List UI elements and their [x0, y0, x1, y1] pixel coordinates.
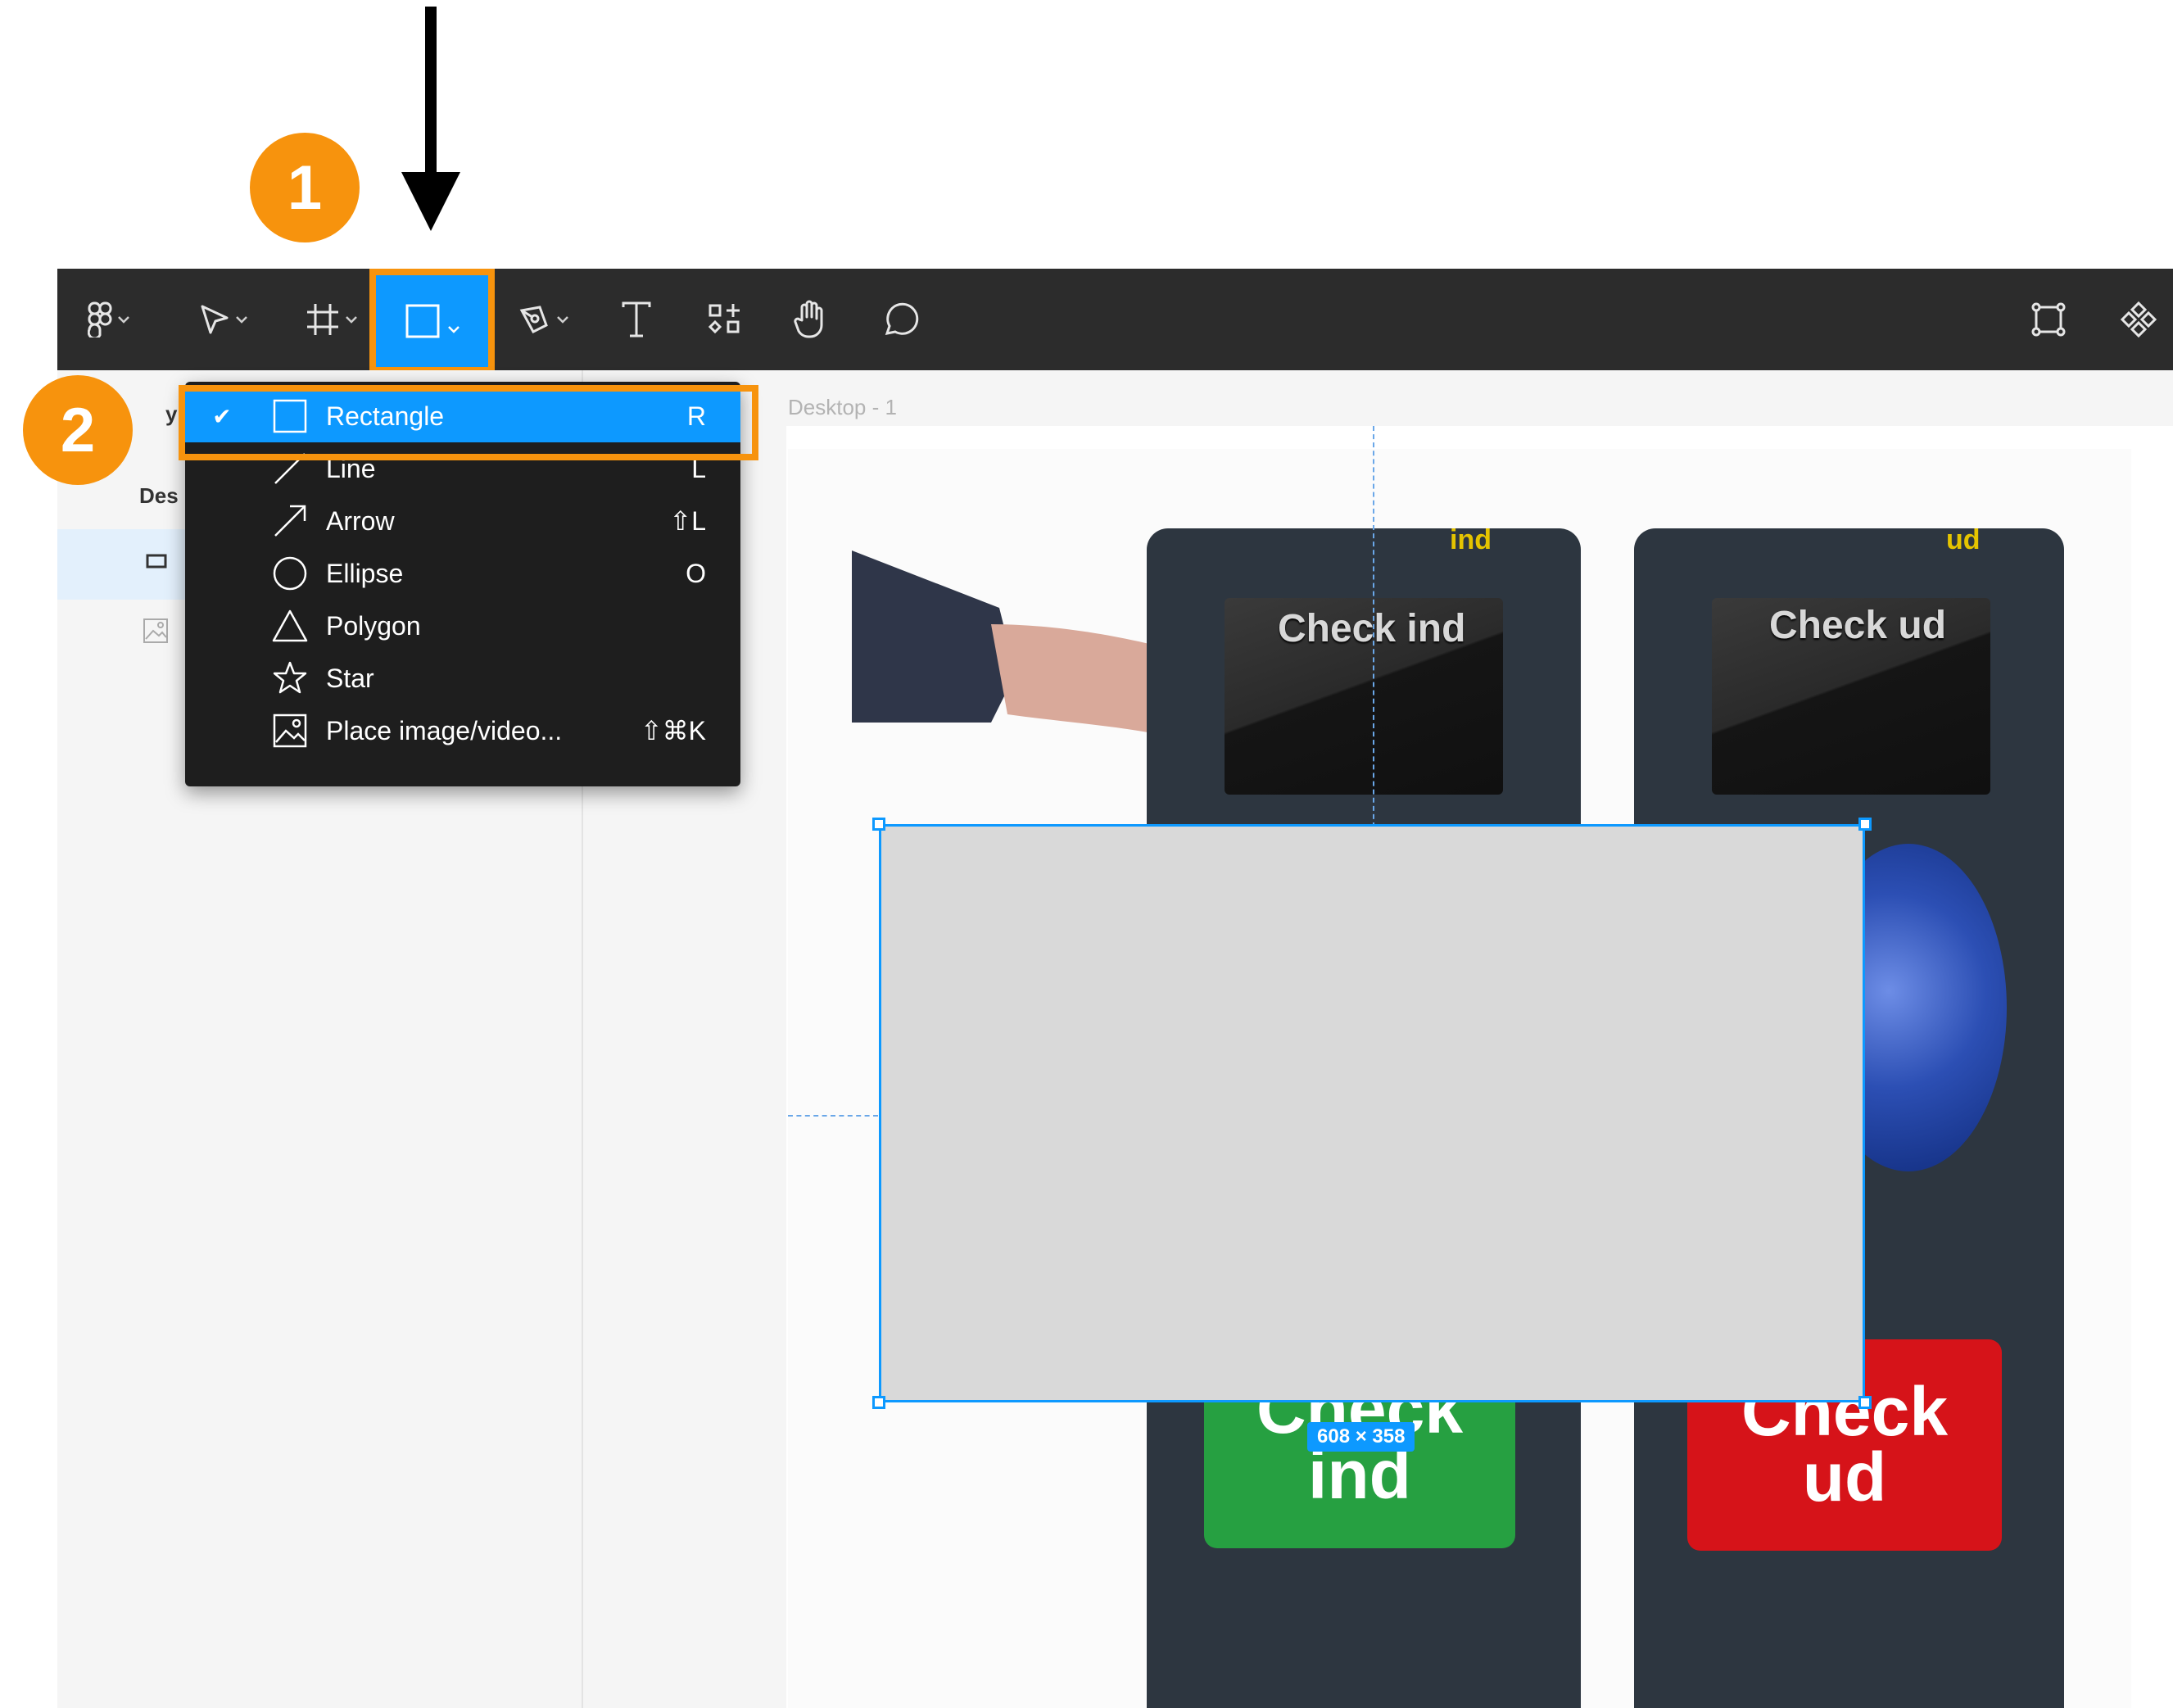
step-badge-1: 1 [250, 133, 360, 242]
chevron-down-icon [346, 316, 357, 324]
menu-label: Polygon [326, 610, 421, 641]
resize-handle-top-left[interactable] [872, 818, 885, 831]
figma-logo-icon [88, 301, 112, 338]
resources-button[interactable] [693, 269, 755, 370]
menu-label: Arrow [326, 505, 395, 536]
menu-item-arrow[interactable]: Arrow ⇧L [185, 495, 740, 547]
menu-shortcut: ⇧⌘K [640, 716, 706, 745]
ellipse-icon [270, 554, 310, 593]
main-menu-button[interactable] [74, 269, 144, 370]
component-button[interactable] [2110, 269, 2167, 370]
arrow-icon [270, 501, 310, 541]
menu-shortcut: O [686, 558, 706, 588]
resize-handle-top-right[interactable] [1858, 818, 1872, 831]
check-ind-line2: ind [1308, 1436, 1411, 1513]
component-frame-icon [2031, 302, 2066, 337]
machine-tag-ud: ud [1946, 524, 1981, 555]
polygon-icon [270, 606, 310, 646]
star-icon [270, 659, 310, 698]
pen-tool-button[interactable] [506, 269, 580, 370]
annotation-highlight-rectangle-item [179, 385, 758, 460]
menu-item-star[interactable]: Star [185, 652, 740, 704]
menu-label: Star [326, 663, 374, 693]
hand-tool-button[interactable] [778, 269, 844, 370]
move-tool-button[interactable] [187, 269, 260, 370]
menu-item-polygon[interactable]: Polygon [185, 600, 740, 652]
horizontal-smart-guide [788, 1115, 878, 1117]
screen-text-ind: Check ind [1278, 607, 1466, 650]
component-set-button[interactable] [2020, 269, 2077, 370]
annotation-arrow-head [401, 172, 460, 231]
chevron-down-icon [118, 316, 129, 324]
menu-item-place-image[interactable]: Place image/video... ⇧⌘K [185, 704, 740, 757]
comment-tool-button[interactable] [868, 269, 934, 370]
rectangle-layer-icon [146, 554, 167, 569]
comment-icon [885, 302, 919, 335]
machine-tag-ind: ind [1450, 524, 1492, 555]
resize-handle-bottom-left[interactable] [872, 1396, 885, 1409]
dimension-label: 608 × 358 [1307, 1422, 1415, 1452]
cursor-icon [201, 305, 229, 334]
resources-icon [708, 304, 740, 334]
frame-tool-button[interactable] [295, 269, 369, 370]
pen-icon [519, 306, 548, 333]
image-icon [270, 711, 310, 750]
page-item-fragment[interactable]: Des [139, 483, 179, 509]
step-badge-2: 2 [23, 375, 133, 485]
annotation-arrow-shaft [425, 7, 437, 188]
text-tool-button[interactable] [608, 269, 665, 370]
image-layer-icon [143, 618, 168, 643]
layers-header-fragment: y [165, 401, 178, 426]
layer-row-image[interactable] [143, 618, 169, 648]
frame-label[interactable]: Desktop - 1 [788, 395, 897, 420]
hand-icon [794, 300, 823, 338]
menu-item-ellipse[interactable]: Ellipse O [185, 547, 740, 600]
annotation-highlight-shape-tool [369, 269, 495, 374]
check-ud-line2: ud [1802, 1438, 1887, 1515]
text-icon [622, 301, 651, 338]
chevron-down-icon [236, 316, 247, 324]
menu-label: Place image/video... [326, 715, 563, 745]
hash-frame-icon [307, 304, 338, 335]
screen-text-ud: Check ud [1769, 604, 1947, 647]
menu-shortcut: ⇧L [669, 506, 706, 536]
vertical-smart-guide [1373, 426, 1374, 827]
chevron-down-icon [557, 316, 568, 324]
drawn-rectangle-shape[interactable] [879, 824, 1865, 1402]
component-icon [2120, 301, 2157, 338]
menu-label: Ellipse [326, 558, 404, 588]
resize-handle-bottom-right[interactable] [1858, 1396, 1872, 1409]
